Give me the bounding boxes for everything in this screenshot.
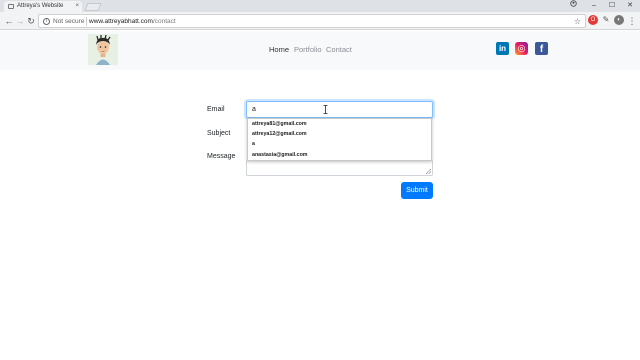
bookmark-star-icon[interactable]: ☆: [574, 15, 581, 28]
resize-handle-icon[interactable]: [426, 169, 431, 174]
linkedin-icon[interactable]: in: [496, 42, 509, 55]
security-indicator[interactable]: Not secure: [53, 15, 84, 28]
facebook-icon[interactable]: f: [535, 42, 548, 55]
profile-icon[interactable]: [563, 0, 583, 12]
url-host: www.attreyabhatt.com: [89, 18, 153, 25]
browser-toolbar: ← → ↻ i Not secure www.attreyabhatt.com/…: [0, 12, 640, 30]
reload-button[interactable]: ↻: [25, 14, 37, 28]
autocomplete-item[interactable]: a: [252, 140, 255, 148]
email-label: Email: [207, 106, 225, 113]
browser-tab[interactable]: Attreya's Website ×: [4, 1, 82, 12]
url-divider: [86, 17, 87, 26]
minimize-button[interactable]: –: [584, 0, 604, 12]
nav-contact[interactable]: Contact: [326, 45, 352, 55]
text-cursor-icon: [323, 101, 328, 114]
autocomplete-item[interactable]: anastasia@gmail.com: [252, 151, 308, 159]
address-bar[interactable]: i Not secure www.attreyabhatt.com/contac…: [38, 14, 586, 28]
subject-label: Subject: [207, 130, 231, 137]
new-tab-button[interactable]: [84, 3, 102, 11]
eyedropper-extension-icon[interactable]: ✎: [601, 15, 611, 25]
message-label: Message: [207, 153, 236, 160]
extension-icon[interactable]: ◐: [614, 15, 624, 25]
tab-title: Attreya's Website: [17, 3, 64, 9]
maximize-button[interactable]: ☐: [602, 0, 622, 12]
opera-extension-icon[interactable]: O: [588, 15, 598, 25]
page-icon: [8, 4, 14, 9]
info-icon[interactable]: i: [43, 18, 50, 25]
autocomplete-item[interactable]: attreya12@gmail.com: [252, 130, 307, 138]
message-textarea[interactable]: [246, 160, 433, 176]
url-path: /contact: [152, 18, 176, 25]
submit-button[interactable]: Submit: [401, 182, 433, 199]
nav-portfolio[interactable]: Portfolio: [294, 45, 322, 55]
email-field[interactable]: a: [246, 101, 433, 118]
autocomplete-dropdown: attreya81@gmail.com attreya12@gmail.com …: [247, 118, 432, 161]
browser-titlebar: Attreya's Website × – ☐ ✕: [0, 0, 640, 12]
nav-home[interactable]: Home: [269, 45, 289, 55]
close-window-button[interactable]: ✕: [620, 0, 640, 12]
autocomplete-item[interactable]: attreya81@gmail.com: [252, 120, 307, 128]
close-tab-icon[interactable]: ×: [75, 1, 79, 12]
browser-menu-icon[interactable]: ⋮: [626, 14, 638, 28]
site-header: Home Portfolio Contact in ◎ f: [0, 31, 640, 70]
instagram-icon[interactable]: ◎: [515, 42, 528, 55]
url-text[interactable]: www.attreyabhatt.com/contact: [89, 15, 176, 28]
avatar[interactable]: [88, 34, 118, 65]
